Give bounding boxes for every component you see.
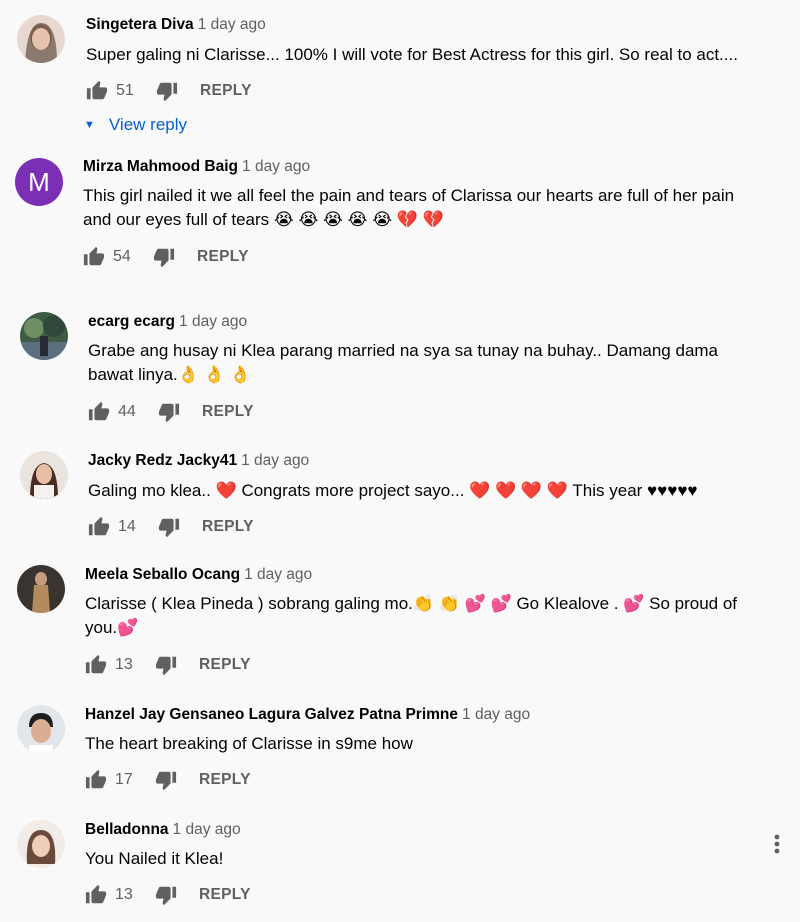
reply-button[interactable]: REPLY [202, 518, 254, 536]
avatar[interactable] [20, 312, 68, 360]
comment-time[interactable]: 1 day ago [462, 706, 530, 723]
avatar[interactable] [17, 565, 65, 613]
like-count: 13 [115, 886, 133, 903]
reply-button[interactable]: REPLY [197, 248, 249, 266]
comment-text: Grabe ang husay ni Klea parang married n… [88, 341, 719, 384]
thumbs-up-icon[interactable] [83, 246, 105, 268]
comment-time[interactable]: 1 day ago [198, 16, 266, 33]
like-count: 51 [116, 82, 134, 99]
view-reply-button[interactable]: ▼ View reply [84, 115, 187, 135]
comment-time[interactable]: 1 day ago [242, 158, 310, 175]
avatar[interactable] [20, 451, 68, 499]
thumbs-up-icon[interactable] [88, 401, 110, 423]
comment-author[interactable]: ecarg ecarg [88, 313, 175, 330]
comment-author[interactable]: Jacky Redz Jacky41 [88, 452, 237, 469]
avatar[interactable] [17, 820, 65, 868]
thumbs-up-icon[interactable] [86, 80, 108, 102]
thumbs-up-icon[interactable] [88, 516, 110, 538]
thumbs-down-icon[interactable] [158, 401, 180, 423]
comment-author[interactable]: Hanzel Jay Gensaneo Lagura Galvez Patna … [85, 706, 458, 723]
avatar[interactable] [17, 15, 65, 63]
comment-time[interactable]: 1 day ago [241, 452, 309, 469]
thumbs-up-icon[interactable] [85, 884, 107, 906]
comment-author[interactable]: Belladonna [85, 821, 169, 838]
thumbs-up-icon[interactable] [85, 769, 107, 791]
reply-button[interactable]: REPLY [199, 771, 251, 789]
thumbs-down-icon[interactable] [153, 246, 175, 268]
reply-button[interactable]: REPLY [202, 403, 254, 421]
like-count: 44 [118, 403, 136, 420]
comment-time[interactable]: 1 day ago [173, 821, 241, 838]
comment-author[interactable]: Meela Seballo Ocang [85, 566, 240, 583]
like-count: 13 [115, 656, 133, 673]
reply-button[interactable]: REPLY [199, 656, 251, 674]
avatar[interactable] [17, 705, 65, 753]
thumbs-down-icon[interactable] [155, 769, 177, 791]
caret-down-icon: ▼ [84, 119, 95, 131]
thumbs-down-icon[interactable] [155, 884, 177, 906]
comment-time[interactable]: 1 day ago [244, 566, 312, 583]
comment-text: This girl nailed it we all feel the pain… [83, 186, 735, 229]
reply-button[interactable]: REPLY [200, 82, 252, 100]
more-options-icon[interactable] [770, 832, 784, 856]
like-count: 17 [115, 771, 133, 788]
comment-text: The heart breaking of Clarisse in s9me h… [85, 734, 413, 753]
view-reply-label: View reply [108, 115, 188, 134]
like-count: 14 [118, 518, 136, 535]
comment-text: Clarisse ( Klea Pineda ) sobrang galing … [85, 594, 738, 637]
like-count: 54 [113, 248, 131, 265]
comment-text: Super galing ni Clarisse... 100% I will … [86, 45, 738, 64]
thumbs-down-icon[interactable] [158, 516, 180, 538]
comment-text: You Nailed it Klea! [85, 849, 224, 868]
thumbs-down-icon[interactable] [156, 80, 178, 102]
comment-text: Galing mo klea.. ❤️ Congrats more projec… [88, 481, 698, 500]
comment-time[interactable]: 1 day ago [179, 313, 247, 330]
comment-author[interactable]: Mirza Mahmood Baig [83, 158, 238, 175]
thumbs-down-icon[interactable] [155, 654, 177, 676]
reply-button[interactable]: REPLY [199, 886, 251, 904]
thumbs-up-icon[interactable] [85, 654, 107, 676]
avatar[interactable]: M [15, 158, 63, 206]
comment-author[interactable]: Singetera Diva [86, 16, 194, 33]
